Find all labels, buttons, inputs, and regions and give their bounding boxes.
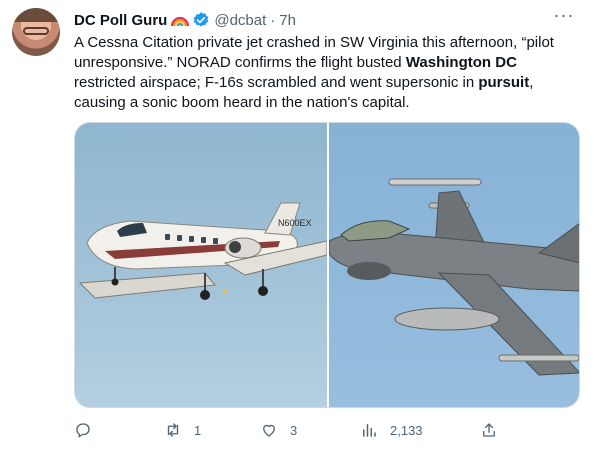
action-bar: 1 3 2,133 [74, 418, 514, 442]
reply-button[interactable] [74, 418, 104, 442]
tweet-text-segment: restricted airspace; F-16s scrambled and… [74, 74, 479, 91]
views-button[interactable]: 2,133 [360, 418, 423, 442]
tweet-header: DC Poll Guru @dcbat · 7h [74, 10, 296, 30]
reply-icon [76, 423, 90, 438]
author-name[interactable]: DC Poll Guru [74, 12, 167, 29]
share-icon [483, 423, 495, 437]
cessna-photo[interactable]: N600EX [75, 123, 327, 407]
retweet-icon [167, 423, 179, 437]
tweet-text-bold: pursuit [478, 74, 530, 91]
views-count: 2,133 [390, 422, 423, 438]
like-count: 3 [290, 422, 298, 438]
timestamp[interactable]: 7h [279, 12, 296, 29]
avatar-hair [12, 8, 60, 22]
heart-icon [263, 424, 275, 437]
avatar[interactable] [12, 8, 60, 56]
media-grid: N600EX [74, 122, 580, 408]
avatar-glasses [23, 27, 49, 35]
retweet-button[interactable]: 1 [164, 418, 201, 442]
like-button[interactable]: 3 [260, 418, 297, 442]
separator-dot: · [270, 11, 276, 29]
verified-badge-icon[interactable] [192, 11, 210, 29]
tweet[interactable]: DC Poll Guru @dcbat · 7h ··· A Cessna Ci… [0, 0, 595, 453]
author-handle[interactable]: @dcbat [214, 12, 266, 29]
tweet-text: A Cessna Citation private jet crashed in… [74, 33, 582, 113]
rainbow-icon [171, 13, 190, 27]
f16-photo[interactable] [328, 123, 579, 407]
tweet-text-bold: Washington DC [405, 54, 517, 71]
share-button[interactable] [480, 418, 498, 442]
more-options-icon[interactable]: ··· [553, 6, 575, 28]
views-icon [363, 424, 376, 437]
tail-number: N600EX [278, 218, 312, 228]
retweet-count: 1 [194, 422, 202, 438]
